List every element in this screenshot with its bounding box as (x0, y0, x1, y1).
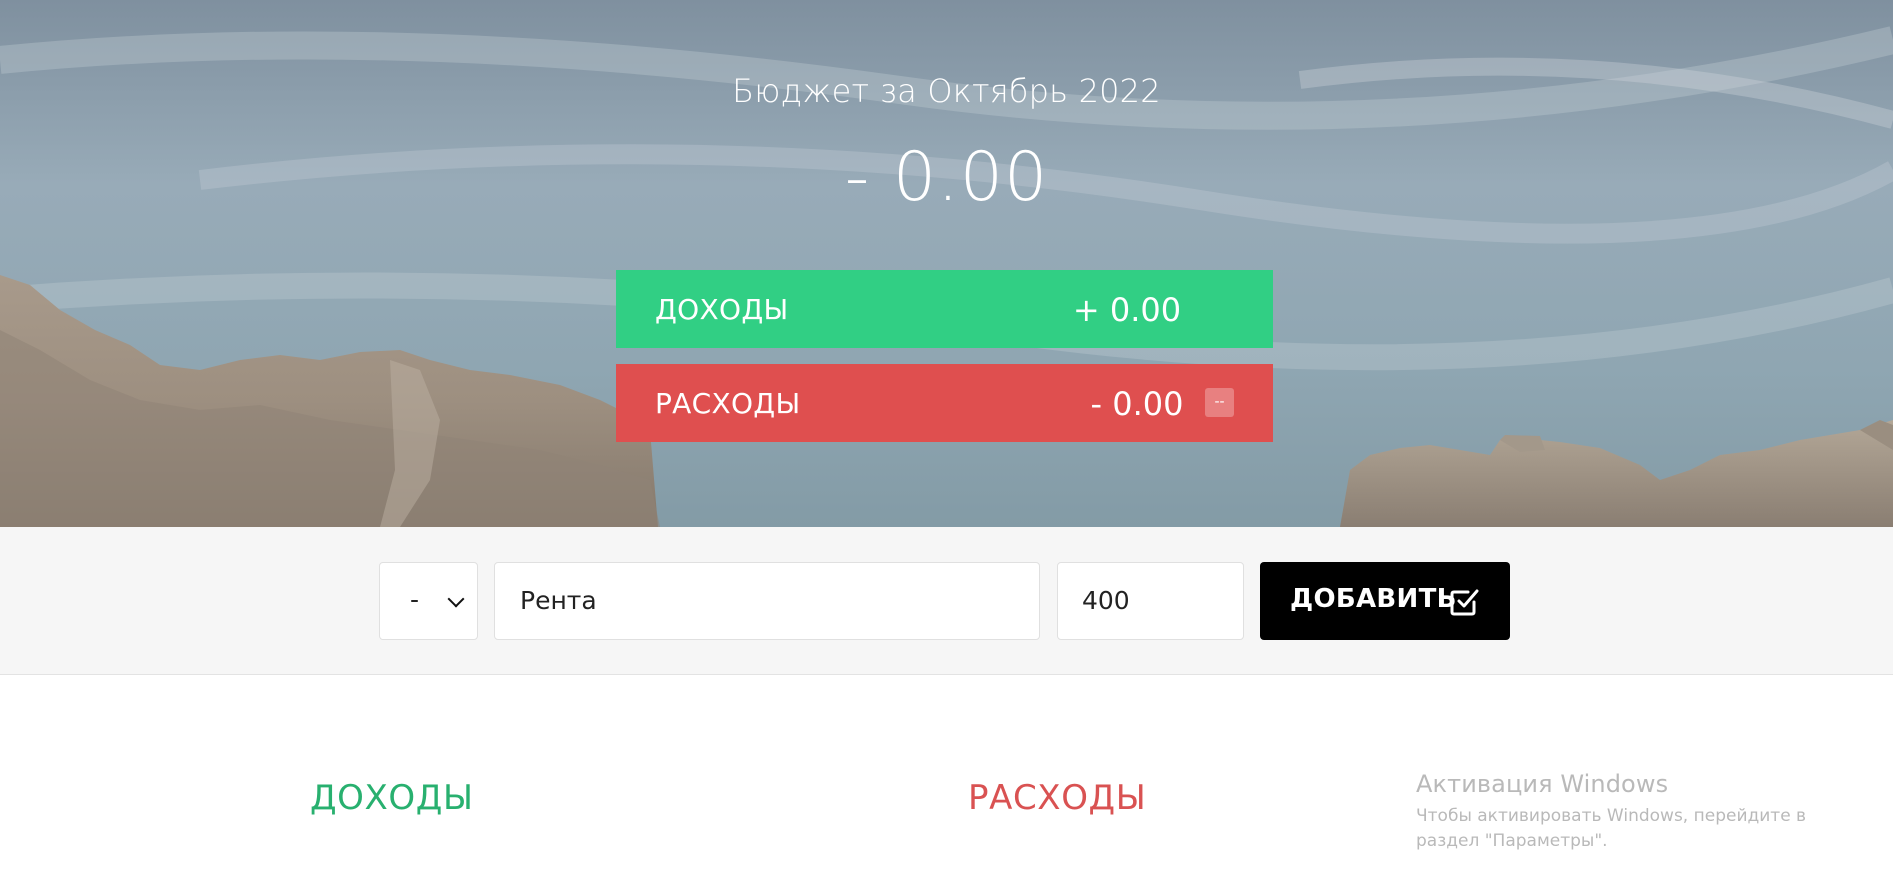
add-item-bar: - Рента 400 ДОБАВИТЬ (0, 527, 1893, 675)
income-summary-label: ДОХОДЫ (655, 293, 789, 326)
watermark-text: Чтобы активировать Windows, перейдите в … (1416, 806, 1807, 851)
budget-title: Бюджет за Октябрь 2022 (732, 72, 1161, 110)
hero-banner: Бюджет за Октябрь 2022 - 0.00 ДОХОДЫ + 0… (0, 0, 1893, 527)
income-summary: ДОХОДЫ + 0.00 (616, 270, 1273, 348)
watermark-title: Активация Windows (1416, 770, 1669, 798)
budget-total: - 0.00 (844, 138, 1049, 217)
type-select-value: - (410, 585, 420, 614)
type-select[interactable]: - (379, 562, 478, 640)
expenses-summary: РАСХОДЫ - 0.00 -- (616, 364, 1273, 442)
check-square-icon (1450, 589, 1479, 616)
income-summary-value: + 0.00 (1072, 291, 1182, 329)
add-button[interactable]: ДОБАВИТЬ (1260, 562, 1510, 640)
add-button-label: ДОБАВИТЬ (1290, 584, 1457, 614)
income-list-title: ДОХОДЫ (310, 778, 474, 818)
windows-activation-watermark: Активация Windows Чтобы активировать Win… (1416, 770, 1856, 854)
amount-input[interactable]: 400 (1057, 562, 1244, 640)
expenses-summary-label: РАСХОДЫ (655, 387, 801, 420)
chevron-down-icon (447, 590, 465, 608)
expenses-list-title: РАСХОДЫ (968, 778, 1147, 818)
expenses-percentage-badge: -- (1205, 388, 1234, 417)
description-input[interactable]: Рента (494, 562, 1040, 640)
